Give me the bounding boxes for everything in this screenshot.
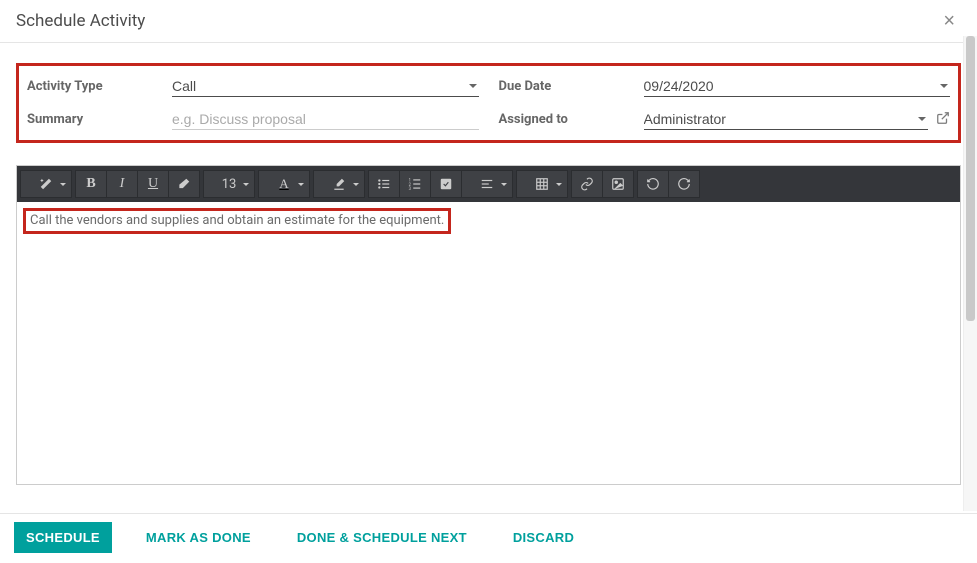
italic-button[interactable]: I xyxy=(106,170,138,198)
editor-toolbar: B I U 13 A xyxy=(17,166,960,202)
image-button[interactable] xyxy=(602,170,634,198)
highlight-button[interactable] xyxy=(313,170,365,198)
redo-button[interactable] xyxy=(668,170,700,198)
svg-text:1: 1 xyxy=(409,178,411,183)
modal-header: Schedule Activity × xyxy=(0,0,977,43)
form-highlight-box: Activity Type Due Date Summary xyxy=(16,63,961,143)
done-schedule-next-button[interactable]: DONE & SCHEDULE NEXT xyxy=(285,522,479,553)
editor-text: Call the vendors and supplies and obtain… xyxy=(23,208,451,234)
summary-field: Summary xyxy=(27,109,479,130)
font-size-value: 13 xyxy=(222,177,237,192)
modal-footer: SCHEDULE MARK AS DONE DONE & SCHEDULE NE… xyxy=(0,513,977,563)
activity-type-label: Activity Type xyxy=(27,79,172,94)
chevron-down-icon xyxy=(501,183,507,186)
bold-button[interactable]: B xyxy=(75,170,107,198)
assigned-to-input[interactable] xyxy=(644,109,929,129)
checklist-button[interactable] xyxy=(430,170,462,198)
assigned-to-field: Assigned to xyxy=(499,109,951,130)
due-date-label: Due Date xyxy=(499,79,644,94)
modal-body: Activity Type Due Date Summary xyxy=(0,43,977,485)
assigned-to-select[interactable] xyxy=(644,109,929,130)
wand-button[interactable] xyxy=(20,170,72,198)
editor-content[interactable]: Call the vendors and supplies and obtain… xyxy=(17,202,960,484)
font-size-button[interactable]: 13 xyxy=(203,170,255,198)
chevron-down-icon xyxy=(940,84,948,88)
schedule-activity-modal: Schedule Activity × Activity Type Due Da… xyxy=(0,0,977,563)
chevron-down-icon xyxy=(60,183,66,186)
chevron-down-icon xyxy=(556,183,562,186)
summary-input[interactable] xyxy=(172,109,479,129)
activity-type-select[interactable] xyxy=(172,76,479,97)
eraser-button[interactable] xyxy=(168,170,200,198)
schedule-button[interactable]: SCHEDULE xyxy=(14,522,112,553)
scrollbar-thumb[interactable] xyxy=(966,36,975,321)
activity-type-field: Activity Type xyxy=(27,76,479,97)
rich-text-editor: B I U 13 A xyxy=(16,165,961,485)
summary-input-wrap[interactable] xyxy=(172,109,479,130)
chevron-down-icon xyxy=(353,183,359,186)
due-date-field: Due Date xyxy=(499,76,951,97)
svg-text:3: 3 xyxy=(409,186,412,191)
assigned-to-label: Assigned to xyxy=(499,112,644,127)
due-date-input[interactable] xyxy=(644,76,951,96)
svg-text:2: 2 xyxy=(409,182,412,187)
undo-button[interactable] xyxy=(637,170,669,198)
ol-button[interactable]: 123 xyxy=(399,170,431,198)
link-button[interactable] xyxy=(571,170,603,198)
chevron-down-icon xyxy=(298,183,304,186)
font-color-button[interactable]: A xyxy=(258,170,310,198)
ul-button[interactable] xyxy=(368,170,400,198)
activity-type-input[interactable] xyxy=(172,76,479,96)
external-link-icon[interactable] xyxy=(936,110,950,129)
underline-button[interactable]: U xyxy=(137,170,169,198)
modal-title: Schedule Activity xyxy=(16,11,145,31)
chevron-down-icon xyxy=(469,84,477,88)
close-button[interactable]: × xyxy=(937,10,961,32)
discard-button[interactable]: DISCARD xyxy=(501,522,586,553)
chevron-down-icon xyxy=(243,183,249,186)
chevron-down-icon xyxy=(918,117,926,121)
mark-as-done-button[interactable]: MARK AS DONE xyxy=(134,522,263,553)
table-button[interactable] xyxy=(516,170,568,198)
align-button[interactable] xyxy=(461,170,513,198)
due-date-picker[interactable] xyxy=(644,76,951,97)
scrollbar[interactable] xyxy=(963,36,977,511)
summary-label: Summary xyxy=(27,112,172,127)
